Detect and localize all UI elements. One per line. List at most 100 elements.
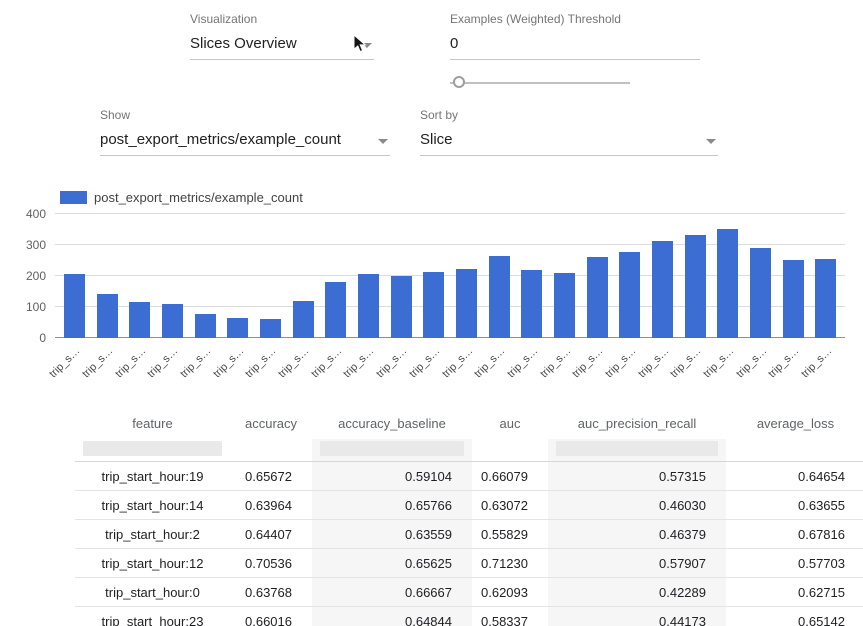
visualization-select[interactable]: Slices Overview xyxy=(190,35,374,60)
bar[interactable]: trip_s… xyxy=(450,214,483,338)
metric-value-cell: 0.57315 xyxy=(548,462,726,491)
bar-rect[interactable] xyxy=(260,319,281,338)
bar[interactable]: trip_s… xyxy=(189,214,222,338)
metric-value-cell: 0.63072 xyxy=(472,491,548,520)
bar-rect[interactable] xyxy=(619,252,640,338)
show-metric-select[interactable]: post_export_metrics/example_count xyxy=(100,131,390,156)
bar-rect[interactable] xyxy=(685,235,706,338)
bar[interactable]: trip_s… xyxy=(744,214,777,338)
bar-rect[interactable] xyxy=(750,248,771,338)
threshold-input-value: 0 xyxy=(450,35,700,52)
show-control: Show post_export_metrics/example_count xyxy=(100,108,390,156)
bar[interactable]: trip_s… xyxy=(646,214,679,338)
bar[interactable]: trip_s… xyxy=(417,214,450,338)
bar-rect[interactable] xyxy=(521,270,542,338)
bar[interactable]: trip_s… xyxy=(483,214,516,338)
column-header-accuracy[interactable]: accuracy xyxy=(230,404,312,439)
bar[interactable]: trip_s… xyxy=(613,214,646,338)
bar[interactable]: trip_s… xyxy=(221,214,254,338)
x-tick-label: trip_s… xyxy=(636,345,671,380)
bar-rect[interactable] xyxy=(423,272,444,338)
column-header-feature[interactable]: feature xyxy=(75,404,230,439)
show-metric-select-value: post_export_metrics/example_count xyxy=(100,131,370,148)
filter-input-auc[interactable] xyxy=(480,441,540,456)
slider-track[interactable] xyxy=(450,82,630,84)
bar-rect[interactable] xyxy=(554,273,575,338)
y-tick-label: 0 xyxy=(39,331,46,345)
table-row: trip_start_hour:190.656720.591040.660790… xyxy=(75,462,863,491)
column-header-accuracy_baseline[interactable]: accuracy_baseline xyxy=(312,404,472,439)
bar-rect[interactable] xyxy=(489,256,510,338)
bar-rect[interactable] xyxy=(64,274,85,338)
bar[interactable]: trip_s… xyxy=(711,214,744,338)
slider-thumb[interactable] xyxy=(453,76,465,88)
x-tick-label: trip_s… xyxy=(211,345,246,380)
bar-rect[interactable] xyxy=(391,276,412,338)
metric-value-cell: 0.44173 xyxy=(548,607,726,626)
bar[interactable]: trip_s… xyxy=(809,214,842,338)
bar-rect[interactable] xyxy=(587,257,608,338)
bar-rect[interactable] xyxy=(456,269,477,338)
filter-input-average_loss[interactable] xyxy=(734,441,857,456)
bar[interactable]: trip_s… xyxy=(777,214,810,338)
bar-rect[interactable] xyxy=(129,302,150,338)
bar-rect[interactable] xyxy=(717,229,738,338)
bar[interactable]: trip_s… xyxy=(123,214,156,338)
threshold-slider[interactable] xyxy=(450,76,630,90)
visualization-control: Visualization Slices Overview xyxy=(190,12,374,60)
bar-rect[interactable] xyxy=(652,241,673,338)
threshold-input[interactable]: 0 xyxy=(450,35,700,60)
bar[interactable]: trip_s… xyxy=(58,214,91,338)
metric-value-cell: 0.70536 xyxy=(230,549,312,578)
bar[interactable]: trip_s… xyxy=(254,214,287,338)
metric-value-cell: 0.58337 xyxy=(472,607,548,626)
bar[interactable]: trip_s… xyxy=(385,214,418,338)
table-row: trip_start_hour:20.644070.635590.558290.… xyxy=(75,520,863,549)
metric-value-cell: 0.65672 xyxy=(230,462,312,491)
bar-rect[interactable] xyxy=(358,274,379,338)
x-tick-label: trip_s… xyxy=(538,345,573,380)
bar-rect[interactable] xyxy=(227,318,248,338)
bar-rect[interactable] xyxy=(325,282,346,338)
sort-by-label: Sort by xyxy=(420,108,718,122)
metric-value-cell: 0.42289 xyxy=(548,578,726,607)
metrics-table: featureaccuracyaccuracy_baselineaucauc_p… xyxy=(75,404,863,626)
bar[interactable]: trip_s… xyxy=(515,214,548,338)
metric-value-cell: 0.57907 xyxy=(548,549,726,578)
filter-input-accuracy_baseline[interactable] xyxy=(320,441,464,456)
bar-rect[interactable] xyxy=(97,294,118,338)
metric-value-cell: 0.65142 xyxy=(726,607,863,626)
bar[interactable]: trip_s… xyxy=(548,214,581,338)
filter-input-feature[interactable] xyxy=(83,441,222,456)
chevron-down-icon xyxy=(378,139,388,144)
column-header-auc[interactable]: auc xyxy=(472,404,548,439)
bar-rect[interactable] xyxy=(162,304,183,338)
bar-rect[interactable] xyxy=(815,259,836,338)
x-tick-label: trip_s… xyxy=(113,345,148,380)
bar[interactable]: trip_s… xyxy=(679,214,712,338)
table-row: trip_start_hour:230.660160.648440.583370… xyxy=(75,607,863,626)
bar-rect[interactable] xyxy=(293,301,314,339)
column-header-auc_precision_recall[interactable]: auc_precision_recall xyxy=(548,404,726,439)
filter-input-accuracy[interactable] xyxy=(238,441,304,456)
bar[interactable]: trip_s… xyxy=(91,214,124,338)
x-tick-label: trip_s… xyxy=(244,345,279,380)
column-header-average_loss[interactable]: average_loss xyxy=(726,404,863,439)
filter-input-auc_precision_recall[interactable] xyxy=(556,441,718,456)
bar-rect[interactable] xyxy=(783,260,804,338)
x-tick-label: trip_s… xyxy=(603,345,638,380)
x-tick-label: trip_s… xyxy=(472,345,507,380)
bar-chart: trip_s…trip_s…trip_s…trip_s…trip_s…trip_… xyxy=(55,214,845,338)
bar[interactable]: trip_s… xyxy=(581,214,614,338)
bar[interactable]: trip_s… xyxy=(287,214,320,338)
bar[interactable]: trip_s… xyxy=(319,214,352,338)
metric-value-cell: 0.62093 xyxy=(472,578,548,607)
sort-by-select[interactable]: Slice xyxy=(420,131,718,156)
bar-rect[interactable] xyxy=(195,314,216,338)
feature-cell: trip_start_hour:19 xyxy=(75,462,230,491)
metric-value-cell: 0.63768 xyxy=(230,578,312,607)
x-tick-label: trip_s… xyxy=(80,345,115,380)
bar[interactable]: trip_s… xyxy=(156,214,189,338)
metric-value-cell: 0.64654 xyxy=(726,462,863,491)
bar[interactable]: trip_s… xyxy=(352,214,385,338)
